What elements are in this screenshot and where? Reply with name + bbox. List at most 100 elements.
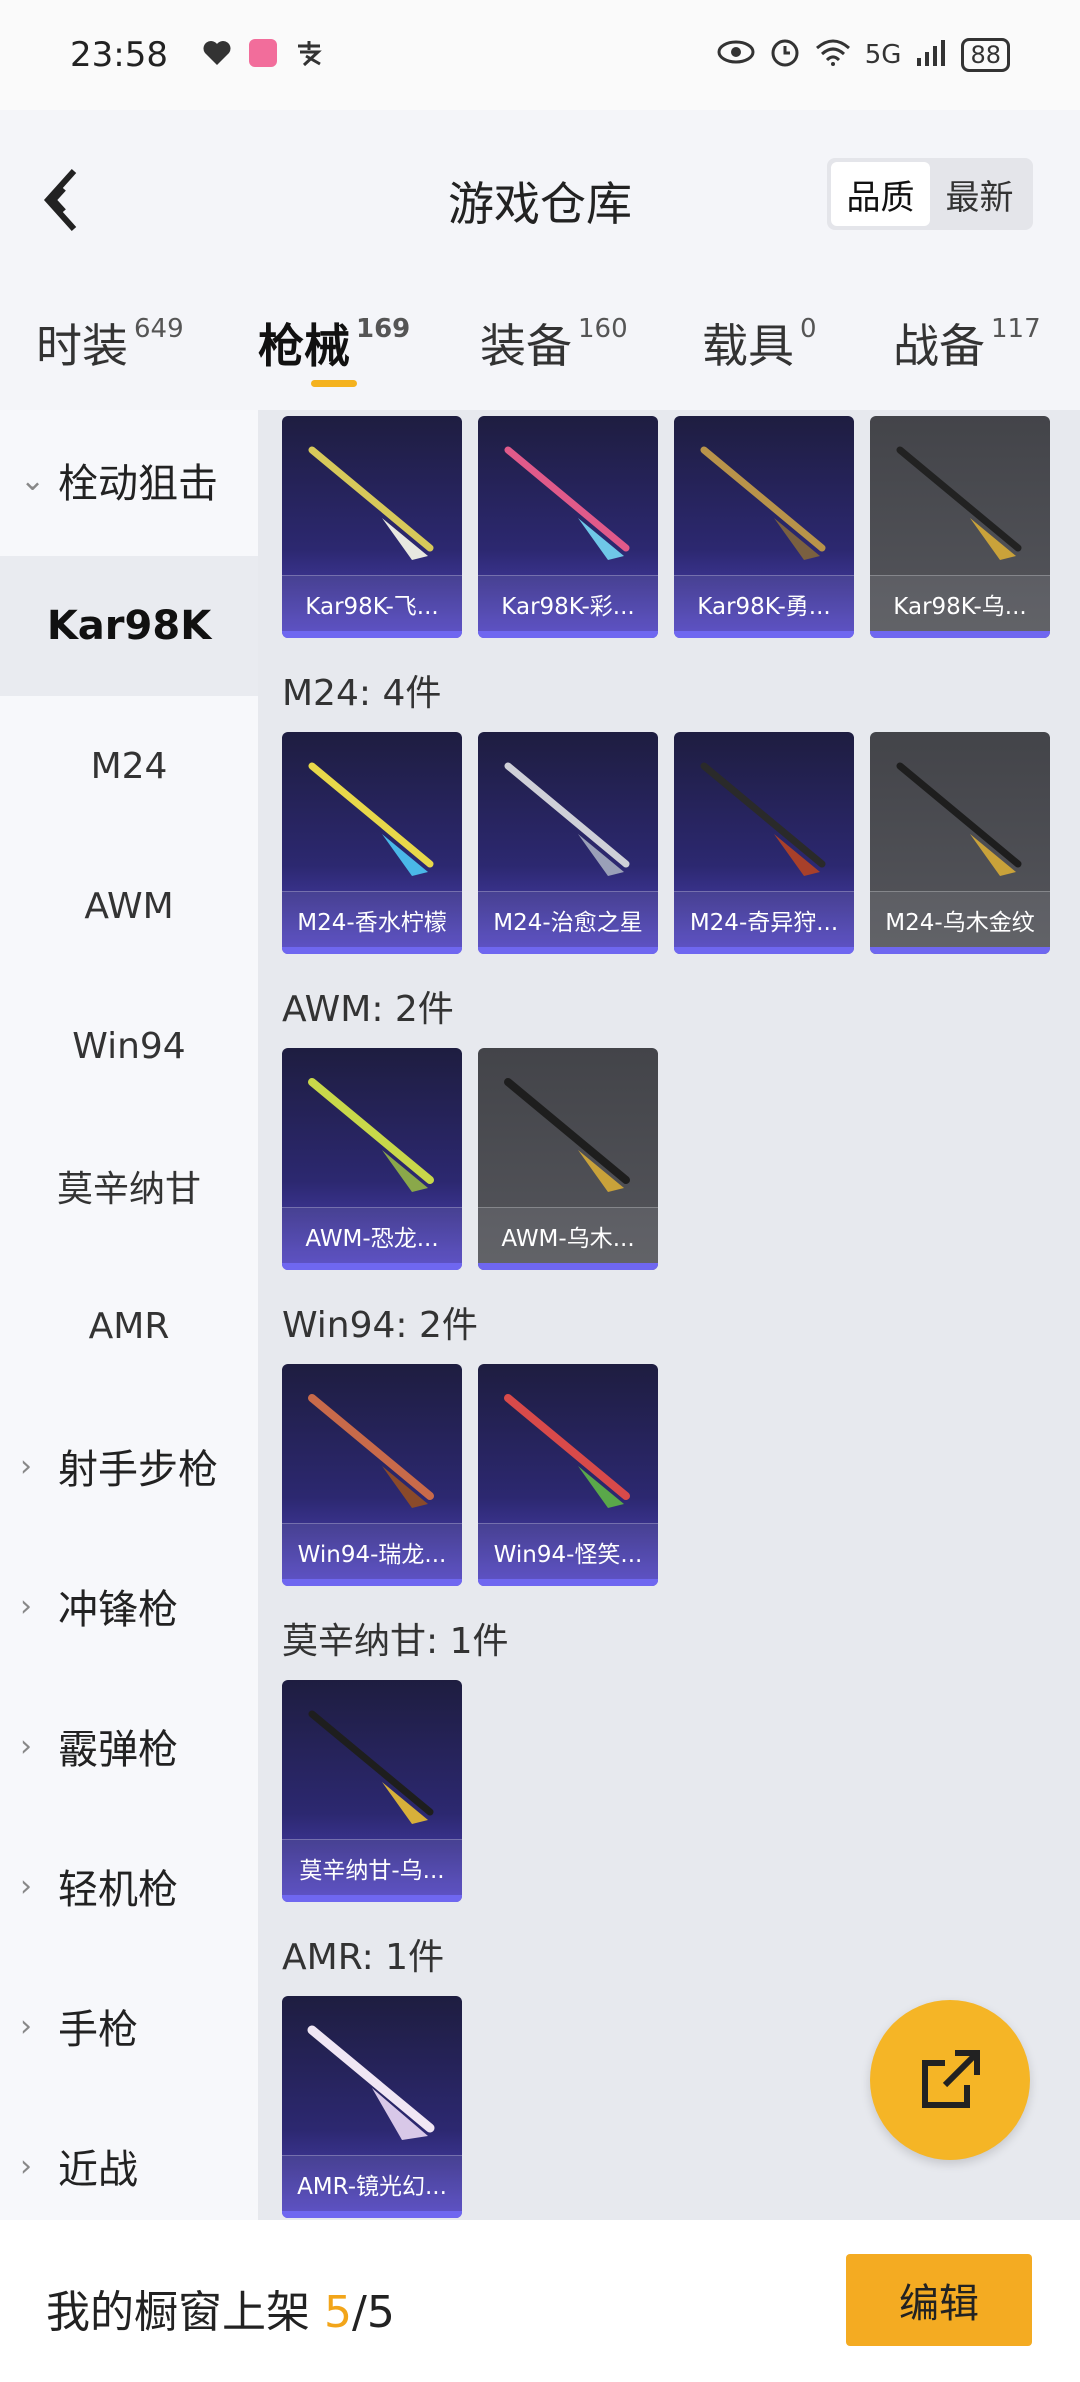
sidebar-item-awm[interactable]: AWM [0,836,258,976]
chevron-right-icon: › [20,2148,32,2184]
sidebar-item-mosin[interactable]: 莫辛纳甘 [0,1116,258,1256]
quality-bar [870,947,1050,954]
weapon-grid: Kar98K-飞... Kar98K-彩... Kar98K-勇... Kar9… [258,410,1080,2220]
weapon-card[interactable]: Win94-瑞龙... [282,1364,462,1586]
eye-icon [717,39,755,72]
showcase-label: 我的橱窗上架 [46,2287,324,2338]
sort-latest-button[interactable]: 最新 [930,162,1029,226]
tab-count: 160 [578,314,628,344]
sidebar-item-label: AWM [84,885,174,927]
weapon-name: Kar98K-彩... [478,575,658,631]
weapon-name: Kar98K-乌... [870,575,1050,631]
quality-bar [478,631,658,638]
sidebar-group-label: 霰弹枪 [58,1727,178,1773]
footer-bar: 我的橱窗上架 5/5 编辑 [0,2220,1080,2382]
sort-quality-button[interactable]: 品质 [831,162,930,226]
sidebar-item-label: M24 [90,745,168,787]
sidebar-group-label: 射手步枪 [58,1447,218,1493]
sidebar-group-bolt-action[interactable]: ⌄ 栓动狙击 [0,410,258,550]
sidebar-group-label: 近战 [58,2147,138,2193]
quality-bar [282,1895,462,1902]
weapon-name: Kar98K-飞... [282,575,462,631]
weapon-card[interactable]: AMR-镜光幻... [282,1996,462,2218]
sidebar-item-label: Kar98K [46,603,212,649]
tab-label: 战备 [893,319,985,373]
sidebar-group-melee[interactable]: › 近战 [0,2096,258,2236]
rifle-icon [896,446,1022,560]
tab-firearms[interactable]: 枪械 169 [258,310,410,376]
network-label: 5G [864,40,902,70]
quality-bar [478,1263,658,1270]
weapon-card[interactable]: M24-香水柠檬 [282,732,462,954]
tab-count: 117 [991,314,1041,344]
section-title-amr: AMR: 1件 [282,1937,445,1978]
battery-indicator: 88 [961,38,1010,72]
rifle-icon [504,446,630,560]
rifle-icon [700,446,826,560]
sidebar-group-pistol[interactable]: › 手枪 [0,1956,258,2096]
weapon-name: Win94-怪笑... [478,1523,658,1579]
weapon-card[interactable]: Win94-怪笑... [478,1364,658,1586]
quality-bar [282,1579,462,1586]
sidebar-item-label: AMR [88,1305,170,1347]
edit-button[interactable]: 编辑 [846,2254,1032,2346]
weapon-card[interactable]: 莫辛纳甘-乌... [282,1680,462,1902]
status-time: 23:58 [70,35,168,75]
alarm-icon [769,36,801,75]
weapon-card[interactable]: M24-治愈之星 [478,732,658,954]
weapon-card[interactable]: AWM-乌木... [478,1048,658,1270]
quality-bar [282,947,462,954]
showcase-status: 我的橱窗上架 5/5 [46,2276,395,2340]
rifle-icon [896,762,1022,876]
weapon-card[interactable]: M24-奇异狩... [674,732,854,954]
sidebar-group-marksman[interactable]: › 射手步枪 [0,1396,258,1536]
weapon-card[interactable]: Kar98K-飞... [282,416,462,638]
rifle-icon [308,1394,434,1508]
tab-count: 0 [800,314,817,344]
weapon-name: AMR-镜光幻... [282,2155,462,2211]
wifi-icon [815,38,851,73]
weapon-card[interactable]: Kar98K-乌... [870,416,1050,638]
signal-icon [915,38,947,73]
sidebar-group-label: 轻机枪 [58,1867,178,1913]
chevron-right-icon: › [20,1728,32,1764]
weapon-name: AWM-乌木... [478,1207,658,1263]
sidebar-group-label: 栓动狙击 [58,461,218,507]
chevron-right-icon: › [20,1588,32,1624]
sidebar-item-label: Win94 [72,1025,186,1067]
alipay-icon [294,38,324,72]
tab-fashion[interactable]: 时装 649 [36,310,184,376]
sidebar-item-amr[interactable]: AMR [0,1256,258,1396]
weapon-card[interactable]: M24-乌木金纹 [870,732,1050,954]
sidebar-group-smg[interactable]: › 冲锋枪 [0,1536,258,1676]
tab-equipment[interactable]: 装备 160 [480,310,628,376]
sidebar-item-kar98k[interactable]: Kar98K [0,556,258,696]
sidebar-item-win94[interactable]: Win94 [0,976,258,1116]
section-title-mosin: 莫辛纳甘: 1件 [282,1621,509,1662]
rifle-icon [308,446,434,560]
status-bar: 23:58 5G 88 [0,0,1080,110]
weapon-name: Win94-瑞龙... [282,1523,462,1579]
weapon-name: M24-奇异狩... [674,891,854,947]
weapon-card[interactable]: AWM-恐龙... [282,1048,462,1270]
sidebar-group-lmg[interactable]: › 轻机枪 [0,1816,258,1956]
showcase-count: 5 [324,2287,352,2338]
weapon-card[interactable]: Kar98K-彩... [478,416,658,638]
sidebar-item-m24[interactable]: M24 [0,696,258,836]
share-button[interactable] [870,2000,1030,2160]
tab-supplies[interactable]: 战备 117 [893,310,1041,376]
quality-bar [282,1263,462,1270]
sidebar-group-shotgun[interactable]: › 霰弹枪 [0,1676,258,1816]
showcase-total: /5 [352,2287,395,2338]
weapon-card[interactable]: Kar98K-勇... [674,416,854,638]
rifle-icon [308,762,434,876]
weapon-name: M24-乌木金纹 [870,891,1050,947]
weapon-name: M24-治愈之星 [478,891,658,947]
share-icon [922,2050,980,2108]
rifle-icon [308,1710,434,1824]
weapon-name: 莫辛纳甘-乌... [282,1839,462,1895]
weapon-name: Kar98K-勇... [674,575,854,631]
weapon-name: AWM-恐龙... [282,1207,462,1263]
quality-bar [282,2211,462,2218]
tab-vehicles[interactable]: 载具 0 [702,310,817,376]
